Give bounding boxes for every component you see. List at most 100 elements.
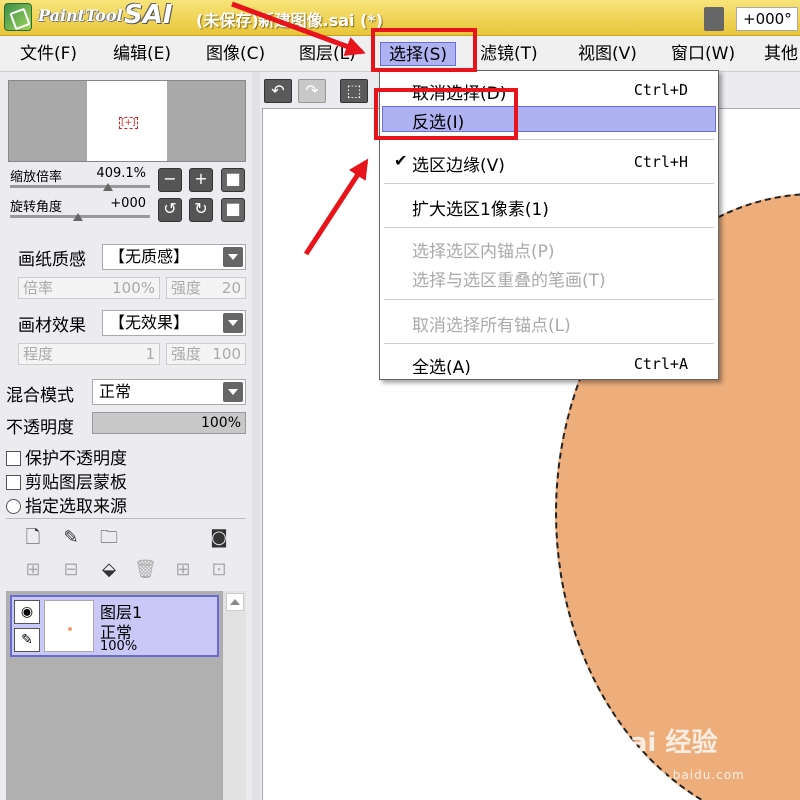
layer-scrollbar[interactable] [222,591,246,800]
menu-select-strokes[interactable]: 选择与选区重叠的笔画(T) [412,266,606,291]
blend-mode-value: 正常 [99,382,132,401]
menu-select-anchors[interactable]: 选择选区内锚点(P) [412,237,555,262]
opacity-slider[interactable]: 100% [92,412,246,434]
menu-image[interactable]: 图像(C) [198,42,273,66]
paper-scale-value: 100% [112,279,155,297]
protect-opacity-checkbox[interactable]: 保护不透明度 [6,444,127,469]
material-strength-label: 强度 [171,345,202,363]
paper-texture-label: 画纸质感 [18,250,86,270]
brand-painttool: PaintTool [38,6,123,25]
copy-layer-icon[interactable]: ⊞ [22,559,44,581]
material-degree-value: 1 [145,345,155,363]
zoom-reset-button[interactable]: ■ [221,168,245,192]
new-folder-icon[interactable]: 🗀 [98,527,120,549]
rotate-slider[interactable]: 旋转角度 +000 [10,196,150,221]
material-degree-field: 程度 1 [18,343,160,365]
menu-view[interactable]: 视图(V) [570,42,645,66]
scroll-up-icon[interactable] [226,593,244,611]
menu-separator [384,343,714,344]
watermark: Bai 经验 [610,728,718,758]
new-vector-layer-icon[interactable]: ✎ [60,527,82,549]
rotate-right-button[interactable]: ↻ [189,198,213,222]
chevron-down-icon[interactable] [704,7,724,31]
clipping-mask-label: 剪贴图层蒙板 [25,473,127,493]
rotate-label: 旋转角度 [10,200,63,215]
navigator-preview[interactable]: [+] [8,80,246,162]
material-strength-value: 100 [212,345,241,363]
rotate-reset-button[interactable]: ■ [221,198,245,222]
menu-selection-edge[interactable]: 选区边缘(V) [412,151,505,176]
menu-deselect-anchors[interactable]: 取消选择所有锚点(L) [412,311,571,336]
material-effect-select[interactable]: 【无效果】 [102,310,246,336]
layer-list: ◉ ✎ 图层1 正常 100% [6,591,246,800]
menu-separator [384,183,714,184]
annotation-box-select-menu [371,28,477,72]
check-icon: ✔ [394,151,408,170]
rotation-angle-field[interactable]: +000° [736,7,798,31]
menu-other[interactable]: 其他 [756,42,800,66]
panel-divider[interactable] [252,72,260,800]
menu-separator [384,227,714,228]
layer-opacity: 100% [100,639,138,654]
brand-sai: SAI [124,0,173,30]
flatten-icon[interactable]: ⊡ [208,559,230,581]
watermark-url: jingyan.baidu.com [617,768,745,782]
eye-icon[interactable]: ◉ [14,600,40,624]
merge-down-icon[interactable]: ⊟ [60,559,82,581]
zoom-in-button[interactable]: + [189,168,213,192]
navigator-selection-marker: [+] [119,117,138,129]
clipping-mask-checkbox[interactable]: 剪贴图层蒙板 [6,468,127,493]
merge-selected-icon[interactable]: ⊞ [172,559,194,581]
menu-expand-selection[interactable]: 扩大选区1像素(1) [412,195,549,220]
chevron-down-icon [223,382,243,402]
left-panel: [+] 缩放倍率 409.1% 旋转角度 +000 − + ■ ↺ ↻ ■ 画纸… [0,72,252,800]
rotate-value: +000 [110,196,146,211]
material-degree-label: 程度 [23,345,54,363]
menu-separator [384,299,714,300]
rotate-left-button[interactable]: ↺ [158,198,182,222]
menu-file[interactable]: 文件(F) [12,42,85,66]
selection-edge-shortcut: Ctrl+H [633,153,688,171]
paper-scale-field: 倍率 100% [18,277,160,299]
zoom-slider[interactable]: 缩放倍率 409.1% [10,166,150,191]
menu-layer[interactable]: 图层(L) [291,42,364,66]
zoom-thumb[interactable] [103,183,113,191]
deselect-icon[interactable]: ⬚ [340,79,368,103]
zoom-out-button[interactable]: − [158,168,182,192]
menu-select-all[interactable]: 全选(A) [412,353,471,378]
undo-icon[interactable]: ↶ [264,79,292,103]
rotate-thumb[interactable] [73,213,83,221]
paper-strength-label: 强度 [171,279,202,297]
trash-icon[interactable]: 🗑 [134,559,157,581]
paper-texture-select[interactable]: 【无质感】 [102,244,246,270]
clear-layer-icon[interactable]: ⬙ [98,559,120,581]
pen-icon[interactable]: ✎ [14,628,40,652]
chevron-down-icon [223,247,243,267]
blend-mode-select[interactable]: 正常 [92,379,246,405]
menu-edit[interactable]: 编辑(E) [105,42,179,66]
menu-filter[interactable]: 滤镜(T) [472,42,546,66]
deselect-shortcut: Ctrl+D [633,81,688,99]
layer-panel: 🗋 ✎ 🗀 ◙ ⊞ ⊟ ⬙ 🗑 ⊞ ⊡ ◉ ✎ 图层1 正常 100% [6,518,246,800]
paper-strength-value: 20 [221,279,241,297]
layer-row[interactable]: ◉ ✎ 图层1 正常 100% [10,595,219,657]
checkbox-box[interactable] [6,451,21,466]
app-logo-icon [4,3,32,31]
checkbox-box[interactable] [6,475,21,490]
menu-window[interactable]: 窗口(W) [663,42,743,66]
opacity-value: 100% [200,415,241,431]
protect-opacity-label: 保护不透明度 [25,449,127,469]
new-layer-icon[interactable]: 🗋 [22,527,44,549]
blend-mode-label: 混合模式 [6,386,74,406]
zoom-value: 409.1% [96,166,146,181]
zoom-label: 缩放倍率 [10,170,63,185]
layer-thumbnail [44,600,94,652]
layer-mask-icon[interactable]: ◙ [208,527,230,549]
opacity-label: 不透明度 [6,418,74,438]
radio-circle[interactable] [6,499,21,514]
redo-icon[interactable]: ↷ [298,79,326,103]
selection-source-radio[interactable]: 指定选取来源 [6,492,127,517]
paper-strength-field: 强度 20 [166,277,246,299]
zoom-track [10,185,150,188]
rotation-angle-value: +000° [743,10,792,28]
